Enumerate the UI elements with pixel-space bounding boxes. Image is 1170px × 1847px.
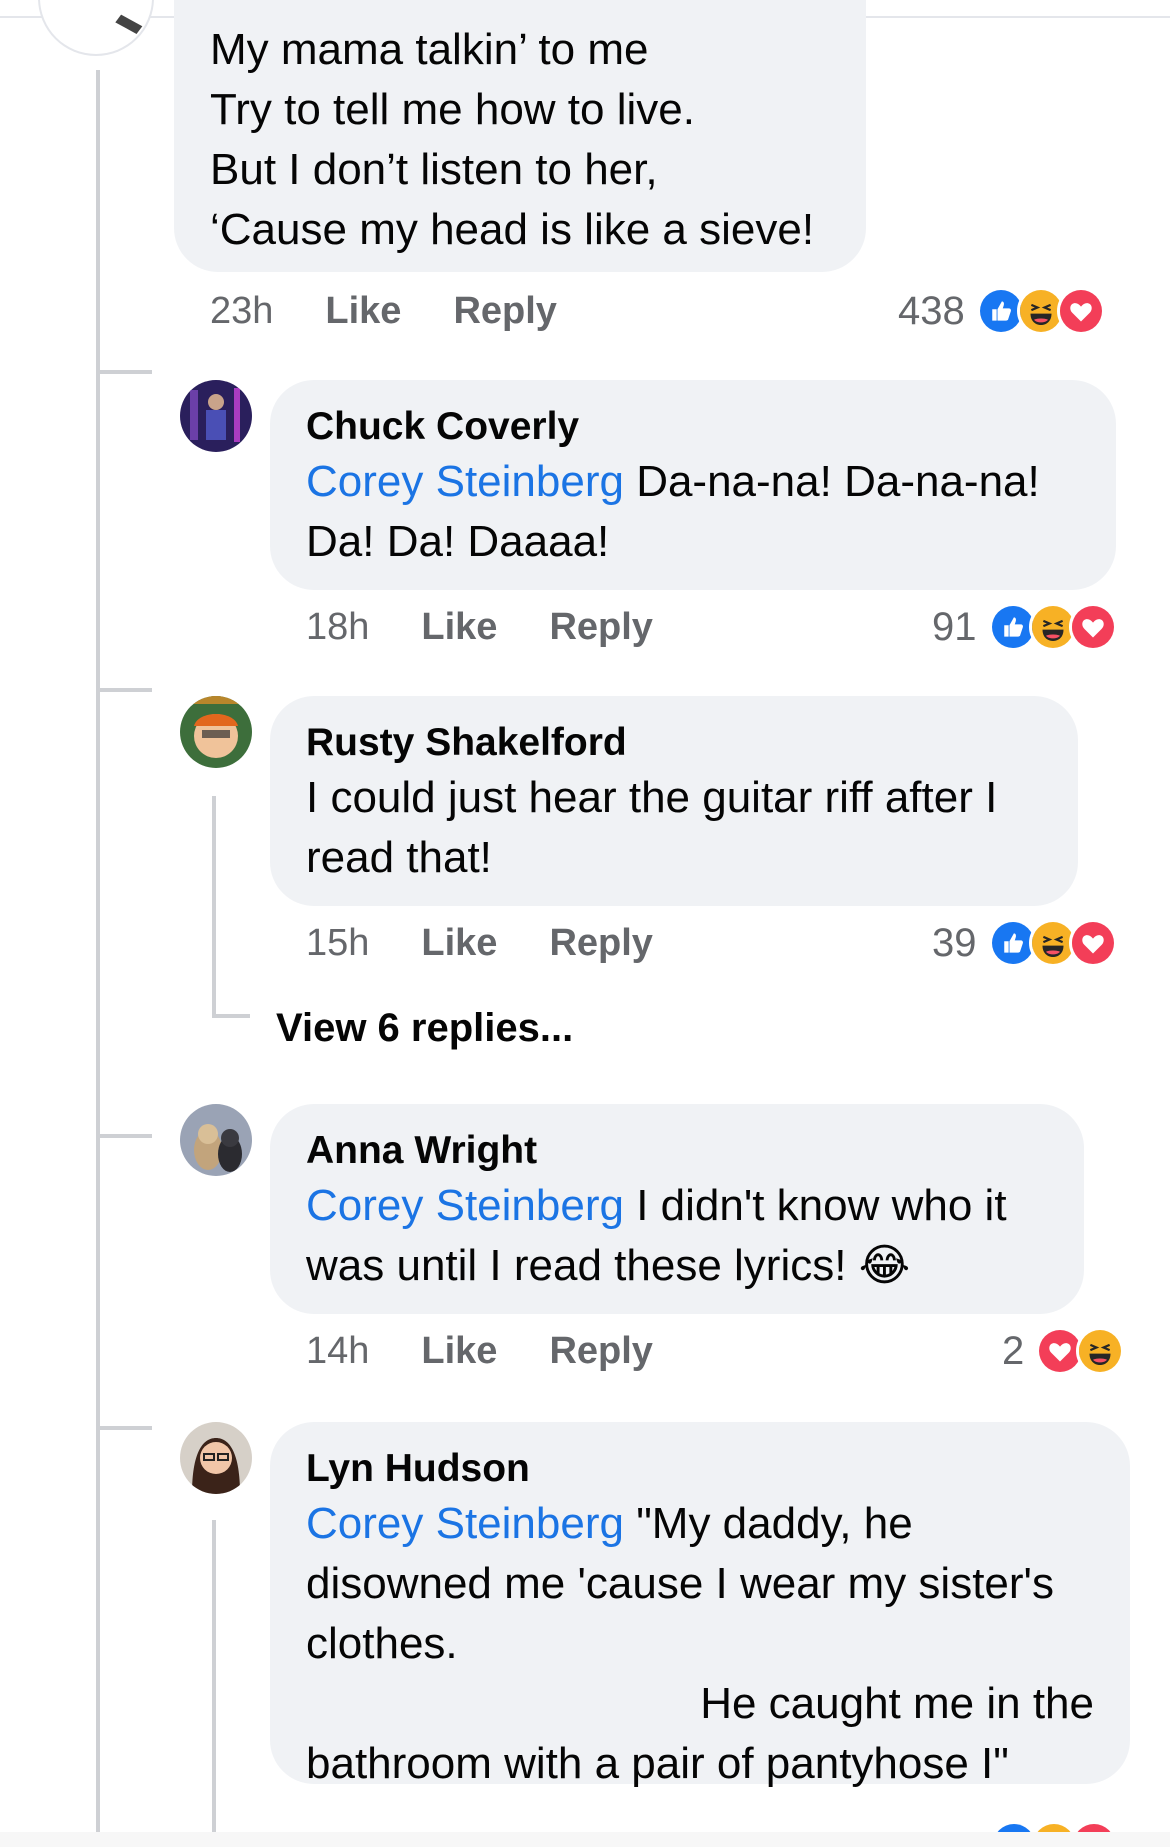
comment-bubble: Rusty Shakelford I could just hear the g… <box>270 696 1078 906</box>
comment-meta: 18h Like Reply <box>306 602 705 652</box>
avatar-image <box>180 1422 252 1494</box>
like-button[interactable]: Like <box>421 1330 497 1373</box>
comment-text-line: Da-na-na! Da-na-na! <box>636 457 1040 506</box>
avatar[interactable] <box>180 380 252 452</box>
comment-meta: 23h Like Reply <box>210 286 609 336</box>
love-icon <box>1068 603 1117 651</box>
comment-time[interactable]: 23h <box>210 290 273 333</box>
comment-text: Corey Steinberg "My daddy, he <box>306 1494 1094 1554</box>
avatar-image <box>180 696 252 768</box>
reaction-count: 2 <box>1002 1328 1025 1373</box>
comment-text-line: Da! Da! Daaaa! <box>306 517 610 566</box>
comment-text: Corey Steinberg I didn't know who it <box>306 1176 1048 1236</box>
avatar[interactable] <box>38 0 154 56</box>
love-icon <box>1068 919 1117 967</box>
comment-author[interactable]: Rusty Shakelford <box>306 718 1042 768</box>
mention-link[interactable]: Corey Steinberg <box>306 1499 624 1548</box>
like-button[interactable]: Like <box>325 290 401 333</box>
comment-text-line: I didn't know who it <box>636 1181 1007 1230</box>
comment-text-line: Try to tell me how to live. <box>210 85 695 134</box>
reply-button[interactable]: Reply <box>549 922 652 965</box>
comment-text-line: clothes. <box>306 1619 458 1668</box>
comment-text-line: He caught me in the <box>700 1679 1094 1728</box>
comment-meta: 15h Like Reply <box>306 918 705 968</box>
thread-line <box>96 70 100 1847</box>
reaction-summary[interactable]: 2 <box>1002 1326 1125 1376</box>
bottom-edge <box>0 1832 1170 1847</box>
comment-meta: 14h Like Reply <box>306 1326 705 1376</box>
haha-icon <box>1076 1327 1125 1375</box>
reply-button[interactable]: Reply <box>453 290 556 333</box>
reaction-summary[interactable]: 39 <box>932 918 1117 968</box>
subthread-branch <box>212 1014 250 1018</box>
thread-branch <box>96 370 152 374</box>
avatar[interactable] <box>180 696 252 768</box>
comment-bubble: Anna Wright Corey Steinberg I didn't kno… <box>270 1104 1084 1314</box>
comment-bubble: Lyn Hudson Corey Steinberg "My daddy, he… <box>270 1422 1130 1788</box>
reaction-count: 91 <box>932 604 977 649</box>
comment-author[interactable]: Anna Wright <box>306 1126 1048 1176</box>
reaction-summary[interactable]: 438 <box>898 286 1105 336</box>
avatar-image <box>115 14 143 34</box>
reply-button[interactable]: Reply <box>549 606 652 649</box>
like-button[interactable]: Like <box>421 606 497 649</box>
comment-text-line: bathroom with a pair of pantyhose I" <box>306 1739 1009 1788</box>
avatar-image <box>180 380 252 452</box>
thread-branch <box>96 688 152 692</box>
reaction-count: 39 <box>932 920 977 965</box>
avatar[interactable] <box>180 1422 252 1494</box>
laughing-emoji: 😂 <box>858 1241 911 1290</box>
avatar[interactable] <box>180 1104 252 1176</box>
comment-text-line: was until I read these lyrics! <box>306 1241 847 1290</box>
comment-text-line: I could just hear the guitar riff after … <box>306 773 998 822</box>
comment-text-line: My mama talkin’ to me <box>210 25 649 74</box>
avatar-image <box>180 1104 252 1176</box>
thread-branch <box>96 1134 152 1138</box>
comment-time[interactable]: 18h <box>306 606 369 649</box>
thread-branch <box>96 1426 152 1430</box>
reply-button[interactable]: Reply <box>549 1330 652 1373</box>
subthread-line <box>212 1520 216 1847</box>
reaction-summary[interactable]: 91 <box>932 602 1117 652</box>
comment-text: was until I read these lyrics! 😂 <box>306 1236 1048 1296</box>
like-button[interactable]: Like <box>421 922 497 965</box>
comment-author[interactable]: Lyn Hudson <box>306 1444 1094 1494</box>
comment-time[interactable]: 14h <box>306 1330 369 1373</box>
comment-bubble: Chuck Coverly Corey Steinberg Da-na-na! … <box>270 380 1116 590</box>
subthread-line <box>212 796 216 1016</box>
love-icon <box>1056 287 1105 335</box>
view-replies-link[interactable]: View 6 replies... <box>276 1006 573 1051</box>
comment-bubble: My mama talkin’ to me Try to tell me how… <box>174 0 866 272</box>
reaction-count: 438 <box>898 288 965 333</box>
comment-text: Corey Steinberg Da-na-na! Da-na-na! <box>306 452 1080 512</box>
mention-link[interactable]: Corey Steinberg <box>306 457 624 506</box>
comment-text-line: read that! <box>306 833 492 882</box>
comment-author[interactable]: Chuck Coverly <box>306 402 1080 452</box>
comment-text-line: disowned me 'cause I wear my sister's <box>306 1559 1054 1608</box>
comment-text-line: "My daddy, he <box>636 1499 913 1548</box>
comment-time[interactable]: 15h <box>306 922 369 965</box>
mention-link[interactable]: Corey Steinberg <box>306 1181 624 1230</box>
comment-text-line: ‘Cause my head is like a sieve! <box>210 205 815 254</box>
comment-text-line: But I don’t listen to her, <box>210 145 658 194</box>
